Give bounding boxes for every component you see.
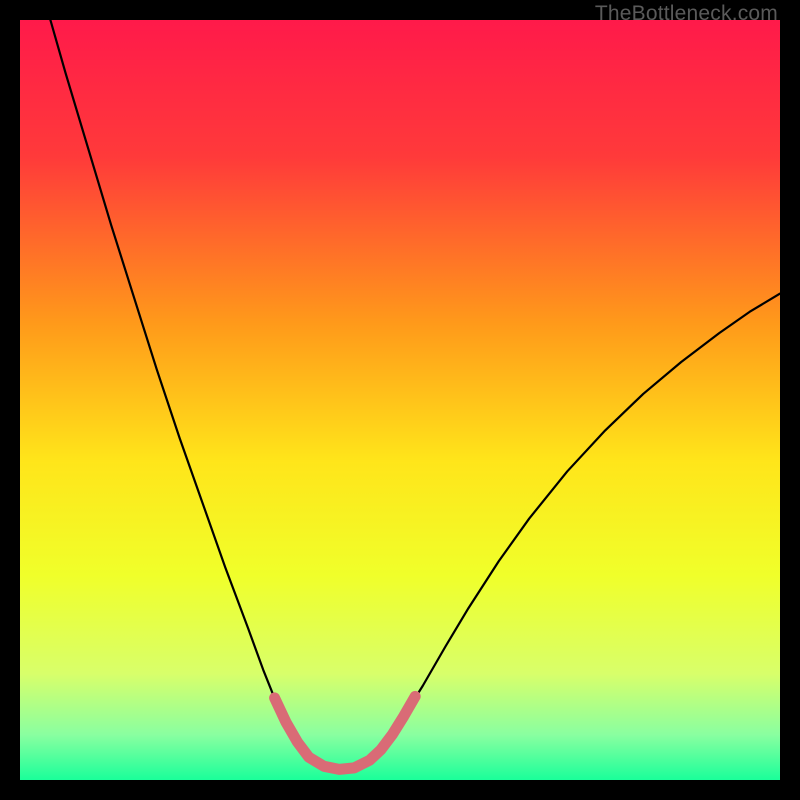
gradient-background: [20, 20, 780, 780]
plot-area: [20, 20, 780, 780]
chart-container: TheBottleneck.com: [0, 0, 800, 800]
bottleneck-chart-svg: [20, 20, 780, 780]
